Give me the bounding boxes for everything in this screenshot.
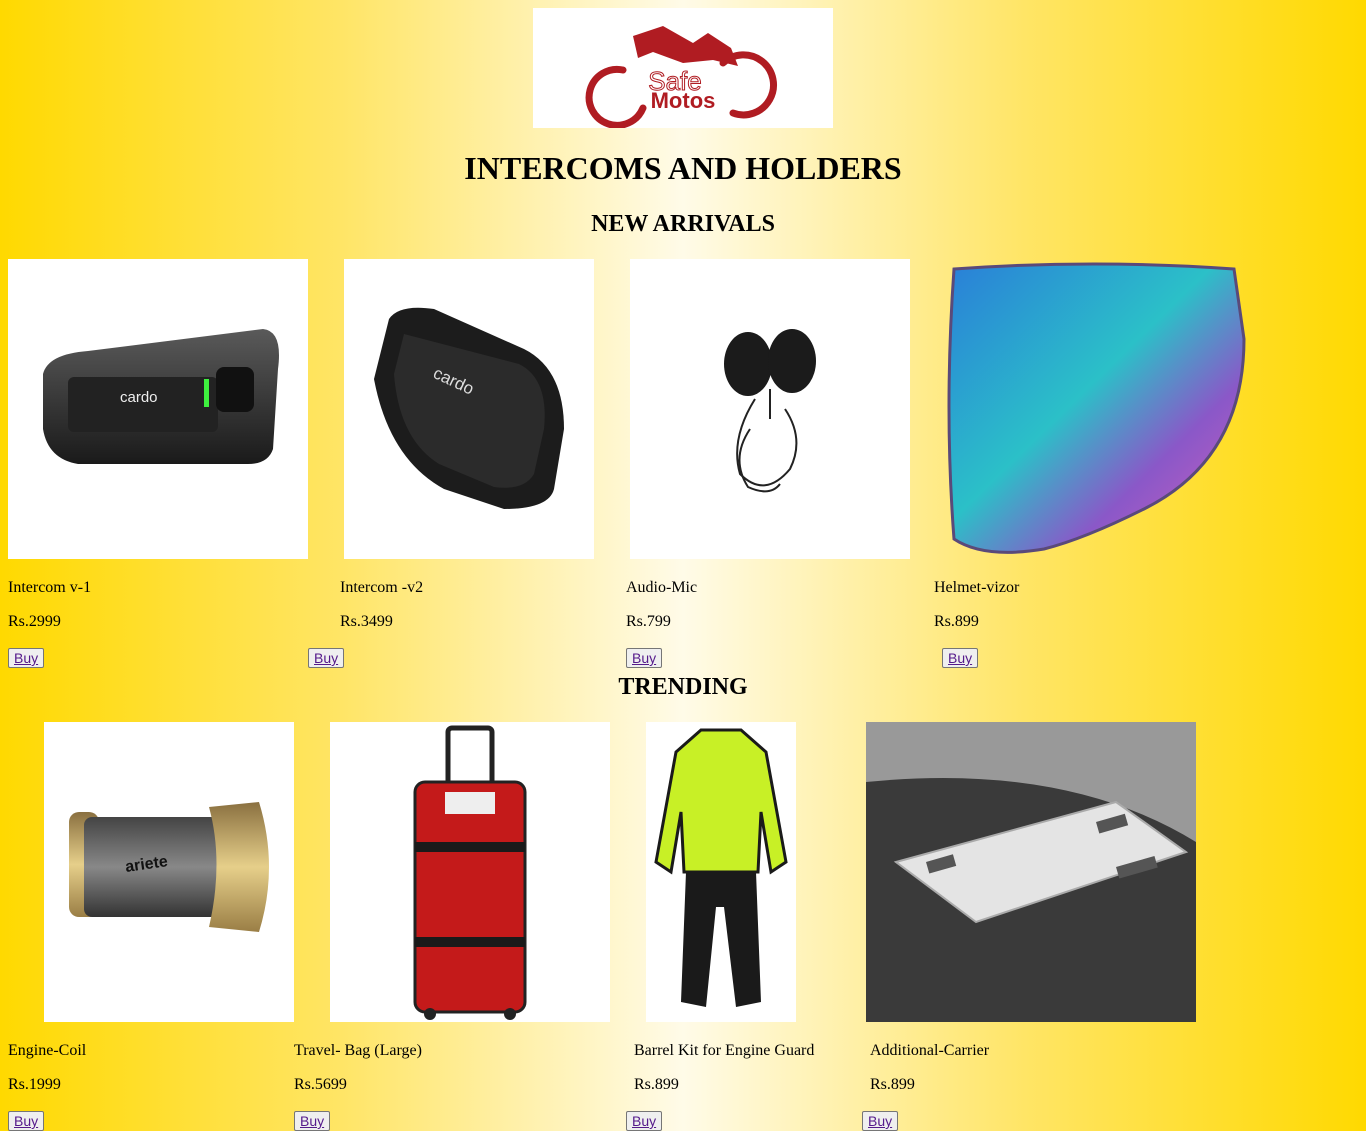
- page-title: INTERCOMS AND HOLDERS: [464, 150, 902, 186]
- helmet-visor-icon: [947, 262, 1246, 554]
- product-image-barrel-kit: [646, 722, 796, 1022]
- product-price: Rs.899: [634, 1076, 679, 1093]
- product-image-audio-mic: [630, 259, 910, 559]
- section-heading-trending: TRENDING: [618, 674, 748, 700]
- rain-suit-icon: [654, 728, 788, 1007]
- product-image-engine-coil: ariete: [44, 722, 294, 1022]
- section-heading-new-arrivals: NEW ARRIVALS: [591, 211, 775, 237]
- buy-button[interactable]: Buy: [626, 1111, 663, 1131]
- buy-button[interactable]: Buy: [308, 648, 345, 668]
- buy-button[interactable]: Buy: [862, 1111, 899, 1131]
- buy-button[interactable]: Buy: [294, 1111, 331, 1131]
- luggage-rack-icon: [866, 722, 1196, 1022]
- buy-button[interactable]: Buy: [8, 1111, 45, 1131]
- cardo-intercom-icon: cardo: [374, 307, 564, 509]
- product-price: Rs.899: [934, 613, 979, 630]
- product-price: Rs.2999: [8, 613, 61, 630]
- product-image-helmet-visor: [944, 259, 1246, 559]
- product-name: Helmet-vizor: [934, 579, 1020, 596]
- product-name: Intercom v-1: [8, 579, 92, 596]
- product-name: Additional-Carrier: [870, 1042, 990, 1059]
- logo-text-bottom: Motos: [651, 88, 716, 113]
- product-image-additional-carrier: [866, 722, 1196, 1022]
- buy-button[interactable]: Buy: [942, 648, 979, 668]
- headset-speaker-icon: [724, 329, 816, 493]
- product-price: Rs.799: [626, 613, 671, 630]
- product-image-intercom-v2: cardo: [344, 259, 594, 559]
- buy-button[interactable]: Buy: [626, 648, 663, 668]
- product-image-travel-bag: [330, 722, 610, 1022]
- brand-logo: Safe Motos: [533, 8, 833, 128]
- product-name: Engine-Coil: [8, 1042, 87, 1059]
- product-name: Travel- Bag (Large): [294, 1042, 422, 1059]
- travel-bag-icon: [413, 725, 527, 1020]
- product-name: Intercom -v2: [340, 579, 424, 596]
- product-image-intercom-v1: cardo: [8, 259, 308, 559]
- product-price: Rs.1999: [8, 1076, 61, 1093]
- product-name: Audio-Mic: [626, 579, 698, 596]
- svg-text:cardo: cardo: [120, 389, 158, 406]
- product-name: Barrel Kit for Engine Guard: [634, 1042, 815, 1059]
- cardo-intercom-icon: cardo: [43, 329, 279, 464]
- buy-button[interactable]: Buy: [8, 648, 45, 668]
- product-price: Rs.899: [870, 1076, 915, 1093]
- product-price: Rs.5699: [294, 1076, 347, 1093]
- product-price: Rs.3499: [340, 613, 393, 630]
- grip-coil-icon: ariete: [69, 802, 269, 932]
